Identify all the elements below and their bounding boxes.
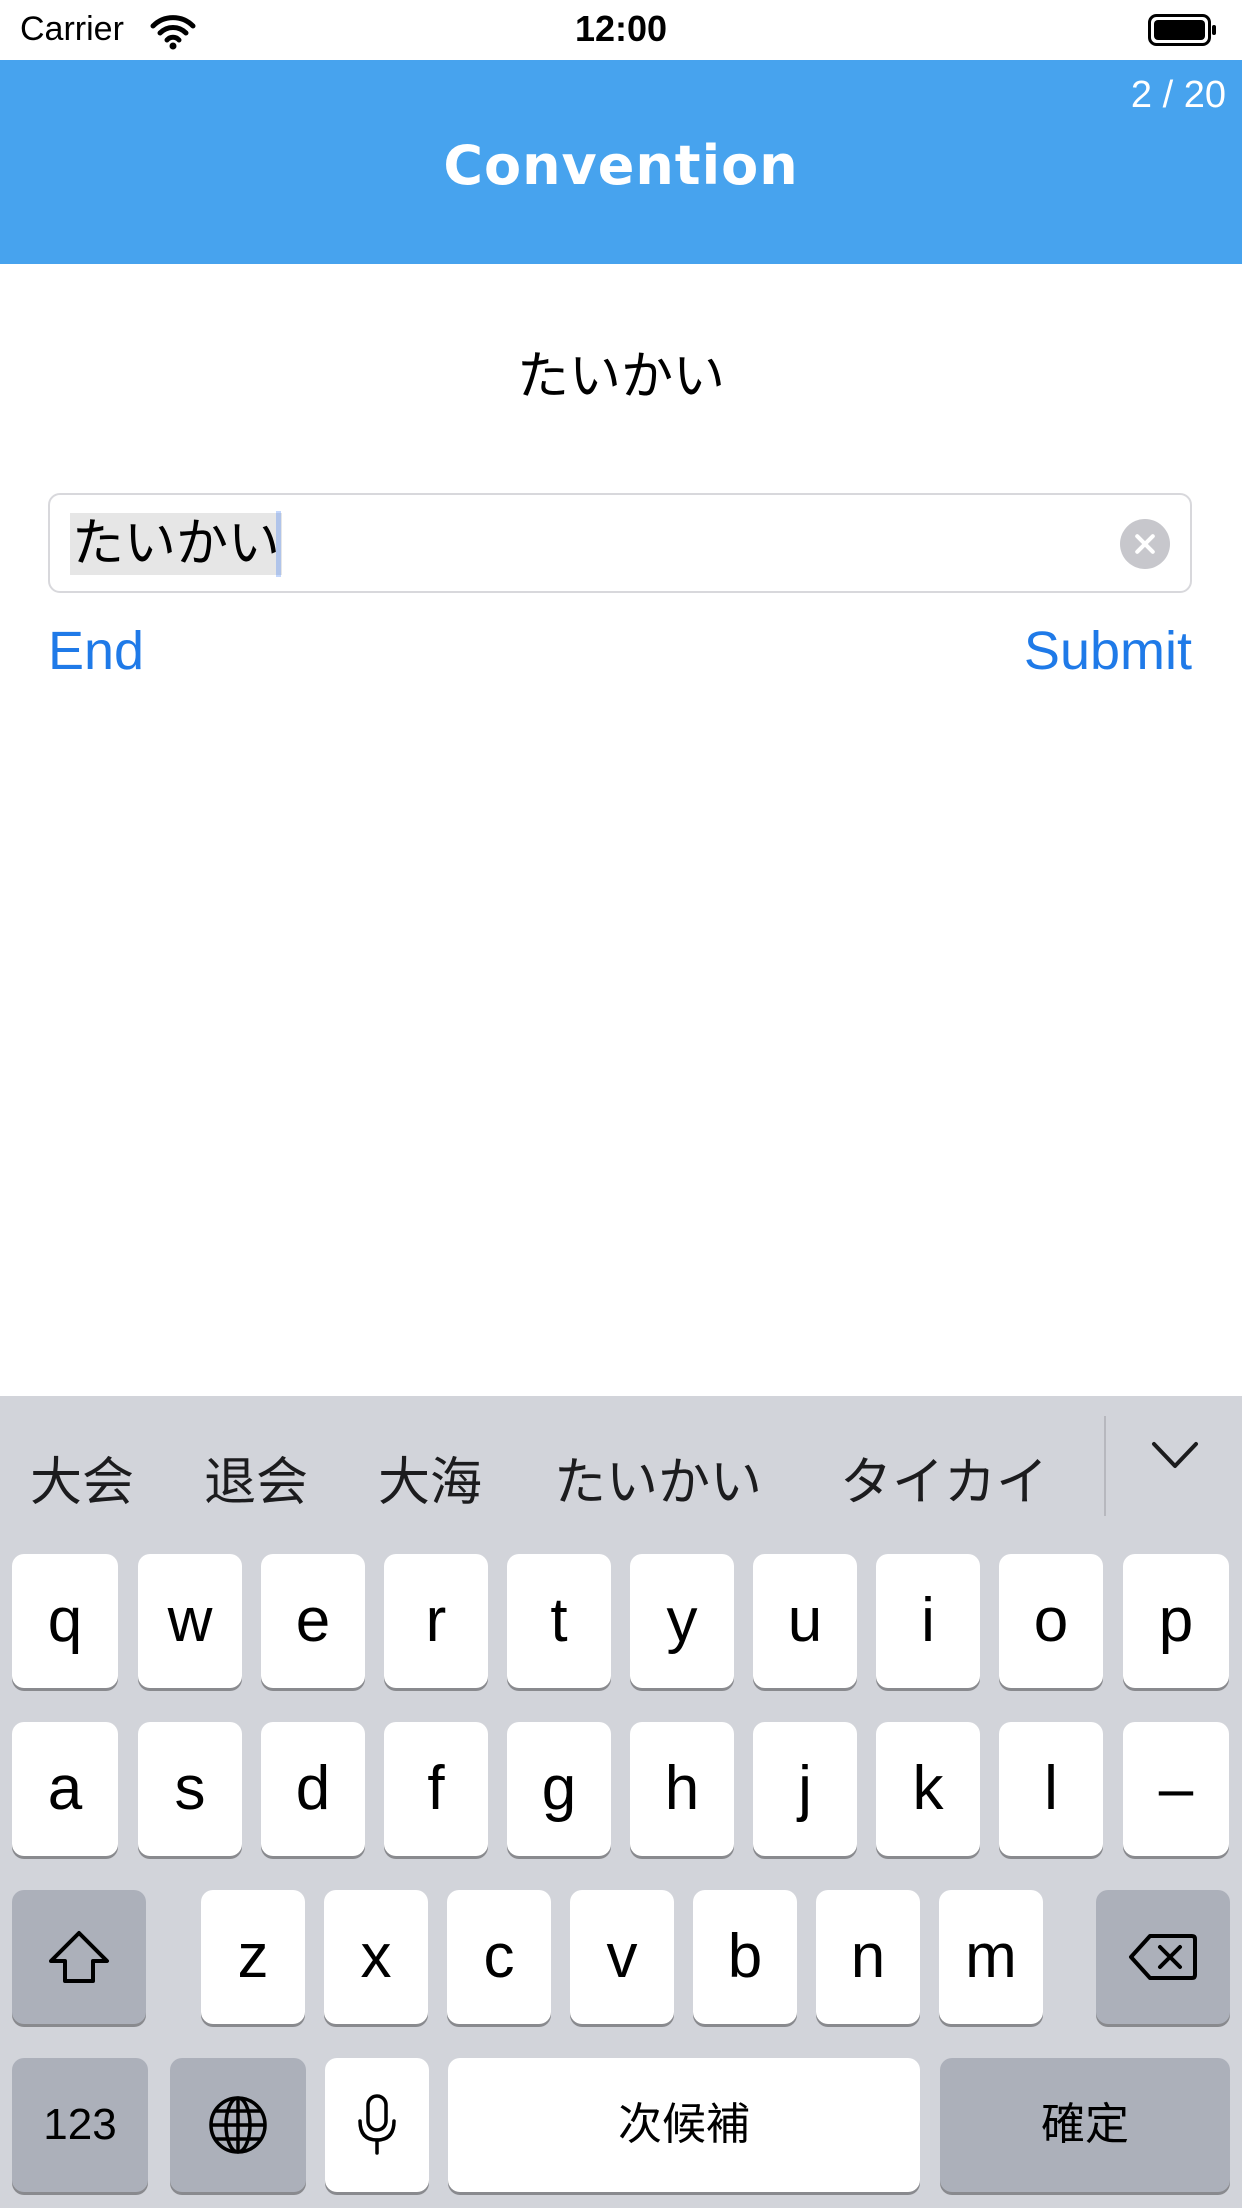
space-next-candidate-key[interactable]: 次候補: [448, 2058, 920, 2192]
candidate-item[interactable]: 大会: [30, 1440, 134, 1515]
key-h[interactable]: h: [630, 1722, 734, 1856]
key-k[interactable]: k: [876, 1722, 980, 1856]
microphone-icon: [358, 2094, 396, 2155]
key-l[interactable]: l: [999, 1722, 1103, 1856]
key-q[interactable]: q: [12, 1554, 118, 1688]
candidate-item[interactable]: タイカイ: [840, 1440, 1048, 1515]
key-o[interactable]: o: [999, 1554, 1103, 1688]
nav-title: Convention: [443, 134, 799, 197]
key-d[interactable]: d: [261, 1722, 365, 1856]
key-w[interactable]: w: [138, 1554, 242, 1688]
key-long-dash[interactable]: –: [1123, 1722, 1229, 1856]
dictation-key[interactable]: [325, 2058, 429, 2192]
key-r[interactable]: r: [384, 1554, 488, 1688]
battery-icon: [1148, 14, 1216, 46]
status-bar: Carrier 12:00: [0, 0, 1242, 60]
key-v[interactable]: v: [570, 1890, 674, 2024]
candidate-item[interactable]: 大海: [378, 1440, 482, 1515]
key-t[interactable]: t: [507, 1554, 611, 1688]
key-s[interactable]: s: [138, 1722, 242, 1856]
chevron-down-icon[interactable]: [1150, 1436, 1200, 1476]
candidate-bar: 大会 退会 大海 たいかい タイカイ: [0, 1396, 1242, 1542]
key-u[interactable]: u: [753, 1554, 857, 1688]
answer-input[interactable]: たいかい: [48, 493, 1192, 593]
globe-key[interactable]: [170, 2058, 306, 2192]
backspace-key[interactable]: [1096, 1890, 1230, 2024]
key-e[interactable]: e: [261, 1554, 365, 1688]
key-n[interactable]: n: [816, 1890, 920, 2024]
key-x[interactable]: x: [324, 1890, 428, 2024]
key-y[interactable]: y: [630, 1554, 734, 1688]
key-c[interactable]: c: [447, 1890, 551, 2024]
answer-input-value: たいかい: [70, 513, 283, 575]
keyboard: 大会 退会 大海 たいかい タイカイ q w e r t y u i o p a…: [0, 1396, 1242, 2208]
nav-bar: 2 / 20 Convention: [0, 60, 1242, 264]
globe-icon: [209, 2096, 267, 2154]
prompt-reading: たいかい: [516, 347, 725, 407]
key-z[interactable]: z: [201, 1890, 305, 2024]
key-i[interactable]: i: [876, 1554, 980, 1688]
submit-button[interactable]: Submit: [1024, 620, 1192, 682]
key-p[interactable]: p: [1123, 1554, 1229, 1688]
clear-text-button[interactable]: [1120, 519, 1170, 569]
shift-key[interactable]: [12, 1890, 146, 2024]
progress-counter: 2 / 20: [1130, 74, 1226, 116]
numbers-key[interactable]: 123: [12, 2058, 148, 2192]
candidate-item[interactable]: 退会: [204, 1440, 308, 1515]
shift-icon: [49, 1931, 109, 1983]
end-button[interactable]: End: [48, 620, 144, 682]
key-b[interactable]: b: [693, 1890, 797, 2024]
key-m[interactable]: m: [939, 1890, 1043, 2024]
backspace-icon: [1129, 1934, 1197, 1980]
confirm-key[interactable]: 確定: [940, 2058, 1230, 2192]
candidate-divider: [1104, 1416, 1106, 1516]
candidate-item[interactable]: たいかい: [554, 1440, 762, 1515]
status-time: 12:00: [574, 8, 668, 49]
key-f[interactable]: f: [384, 1722, 488, 1856]
key-g[interactable]: g: [507, 1722, 611, 1856]
key-a[interactable]: a: [12, 1722, 118, 1856]
key-j[interactable]: j: [753, 1722, 857, 1856]
text-caret: [276, 511, 281, 577]
